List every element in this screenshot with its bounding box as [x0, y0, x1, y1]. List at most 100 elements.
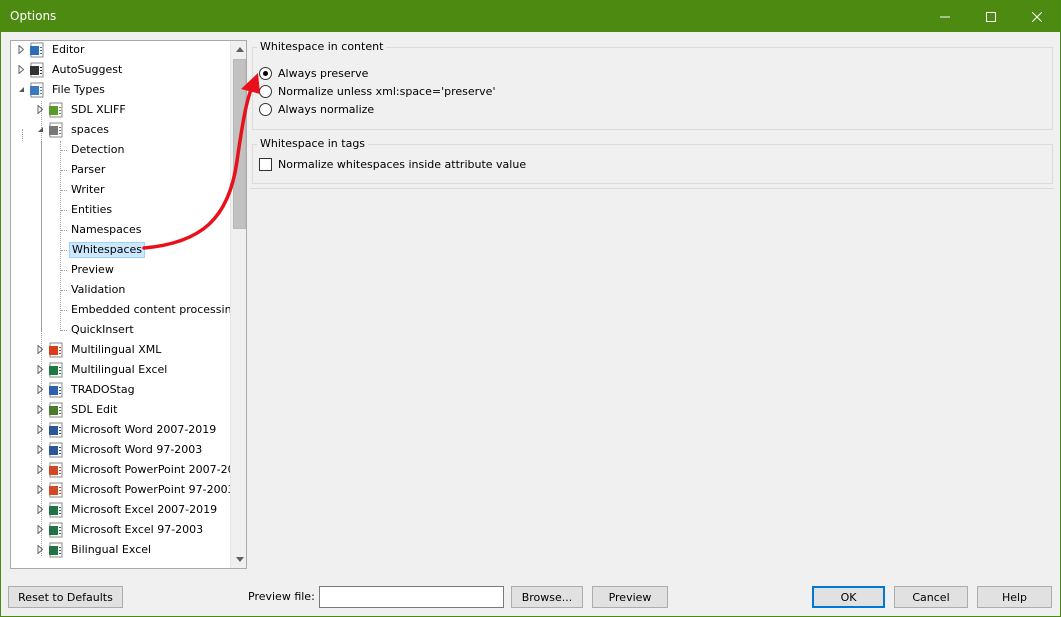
xml-file-icon: [48, 122, 64, 138]
scroll-down-button[interactable]: [231, 551, 246, 568]
tree-item-label-selected: Whitespaces: [69, 242, 145, 258]
options-dialog: Options Editor AutoSuggest File Types SDL X…: [0, 0, 1061, 617]
tree-item[interactable]: SDL XLIFF: [11, 100, 229, 120]
reset-to-defaults-button[interactable]: Reset to Defaults: [8, 586, 123, 608]
tree-item[interactable]: Whitespaces: [11, 240, 229, 260]
radio-always-preserve[interactable]: Always preserve: [259, 65, 368, 81]
tree-item-label: QuickInsert: [71, 323, 134, 336]
help-button[interactable]: Help: [977, 586, 1052, 608]
collapsed-arrow-icon[interactable]: [36, 405, 45, 414]
tree-item-label: Detection: [71, 143, 125, 156]
collapsed-arrow-icon[interactable]: [36, 105, 45, 114]
tree-item[interactable]: Embedded content processing: [11, 300, 239, 320]
tree-item-label: Microsoft Excel 97-2003: [71, 523, 204, 536]
tree-guide: [61, 150, 67, 151]
radio-label: Always normalize: [278, 102, 375, 116]
excel-icon: [48, 502, 64, 518]
collapsed-arrow-icon[interactable]: [36, 345, 45, 354]
tree-item[interactable]: Validation: [11, 280, 229, 300]
tree-item[interactable]: Multilingual Excel: [11, 360, 229, 380]
radio-normalize-unless-preserve[interactable]: Normalize unless xml:space='preserve': [259, 83, 495, 99]
tree-item[interactable]: Microsoft Excel 2007-2019: [11, 500, 229, 520]
tree-item-label: SDL XLIFF: [71, 103, 126, 116]
collapsed-arrow-icon[interactable]: [36, 445, 45, 454]
tree-item[interactable]: Microsoft PowerPoint 97-2003: [11, 480, 235, 500]
tree-item[interactable]: Microsoft Excel 97-2003: [11, 520, 229, 540]
tree-guide: [61, 310, 67, 311]
checkbox-label: Normalize whitespaces inside attribute v…: [278, 157, 527, 171]
tree-item-label: Multilingual Excel: [71, 363, 168, 376]
checkbox-normalize-attribute-whitespace[interactable]: Normalize whitespaces inside attribute v…: [259, 156, 526, 172]
tree-scrollbar[interactable]: [230, 41, 246, 568]
tree-item[interactable]: SDL Edit: [11, 400, 229, 420]
whitespace-content-title: Whitespace in content: [257, 40, 387, 53]
collapsed-arrow-icon[interactable]: [17, 45, 26, 54]
tree-guide: [61, 270, 67, 271]
ok-button[interactable]: OK: [812, 586, 885, 608]
word-icon: [48, 422, 64, 438]
scroll-thumb[interactable]: [233, 59, 246, 229]
tree-item[interactable]: Editor: [11, 41, 229, 60]
tree-item-label: Microsoft Word 97-2003: [71, 443, 203, 456]
minimize-button[interactable]: [922, 1, 968, 32]
collapsed-arrow-icon[interactable]: [36, 365, 45, 374]
tree-item-label: Embedded content processing: [71, 303, 239, 316]
tree-item[interactable]: Detection: [11, 140, 229, 160]
browse-button[interactable]: Browse...: [511, 586, 583, 608]
radio-always-normalize[interactable]: Always normalize: [259, 101, 374, 117]
tree-item[interactable]: Writer: [11, 180, 229, 200]
preview-file-input[interactable]: [319, 586, 504, 608]
tree-item[interactable]: Microsoft PowerPoint 2007-20: [11, 460, 235, 480]
tree-item[interactable]: AutoSuggest: [11, 60, 229, 80]
collapsed-arrow-icon[interactable]: [17, 65, 26, 74]
collapsed-arrow-icon[interactable]: [36, 525, 45, 534]
maximize-button[interactable]: [968, 1, 1014, 32]
tree-guide: [61, 250, 67, 251]
scroll-up-button[interactable]: [231, 41, 246, 58]
tree-item[interactable]: Namespaces: [11, 220, 229, 240]
close-button[interactable]: [1014, 1, 1060, 32]
cancel-button[interactable]: Cancel: [894, 586, 968, 608]
collapsed-arrow-icon[interactable]: [36, 485, 45, 494]
options-tree[interactable]: Editor AutoSuggest File Types SDL XLIFF spac…: [10, 40, 247, 569]
tree-item[interactable]: Microsoft Word 97-2003: [11, 440, 229, 460]
powerpoint-icon: [48, 462, 64, 478]
tree-item-label: SDL Edit: [71, 403, 118, 416]
tree-item[interactable]: Bilingual Excel: [11, 540, 229, 560]
radio-button[interactable]: [259, 84, 272, 98]
tree-item-label: Bilingual Excel: [71, 543, 152, 556]
radio-button[interactable]: [259, 102, 272, 116]
window-title: Options: [10, 9, 57, 23]
tree-item-label: Microsoft PowerPoint 2007-20: [71, 463, 235, 476]
tradostag-icon: [48, 382, 64, 398]
sdl-edit-icon: [48, 402, 64, 418]
radio-button[interactable]: [259, 66, 272, 80]
preview-button[interactable]: Preview: [592, 586, 668, 608]
tree-item[interactable]: Parser: [11, 160, 229, 180]
tree-item[interactable]: Multilingual XML: [11, 340, 229, 360]
collapsed-arrow-icon[interactable]: [36, 505, 45, 514]
tree-item[interactable]: Entities: [11, 200, 229, 220]
collapsed-arrow-icon[interactable]: [36, 425, 45, 434]
minimize-icon: [940, 16, 950, 17]
tree-guide: [61, 170, 67, 171]
checkbox[interactable]: [259, 157, 272, 171]
tree-guide: [61, 190, 67, 191]
tree-item[interactable]: Preview: [11, 260, 229, 280]
collapsed-arrow-icon[interactable]: [36, 385, 45, 394]
scroll-up-icon: [235, 47, 244, 52]
tree-item[interactable]: QuickInsert: [11, 320, 229, 340]
expanded-arrow-icon[interactable]: [36, 125, 45, 134]
tree-item-label: File Types: [52, 83, 105, 96]
tree-item[interactable]: File Types: [11, 80, 229, 100]
tree-item[interactable]: Microsoft Word 2007-2019: [11, 420, 229, 440]
expanded-arrow-icon[interactable]: [17, 85, 26, 94]
tree-item-label: Parser: [71, 163, 106, 176]
tree-item[interactable]: TRADOStag: [11, 380, 229, 400]
close-icon: [1032, 11, 1042, 22]
powerpoint-icon: [48, 482, 64, 498]
tree-item[interactable]: spaces: [11, 120, 229, 140]
collapsed-arrow-icon[interactable]: [36, 465, 45, 474]
tree-item-label: AutoSuggest: [52, 63, 123, 76]
collapsed-arrow-icon[interactable]: [36, 545, 45, 554]
